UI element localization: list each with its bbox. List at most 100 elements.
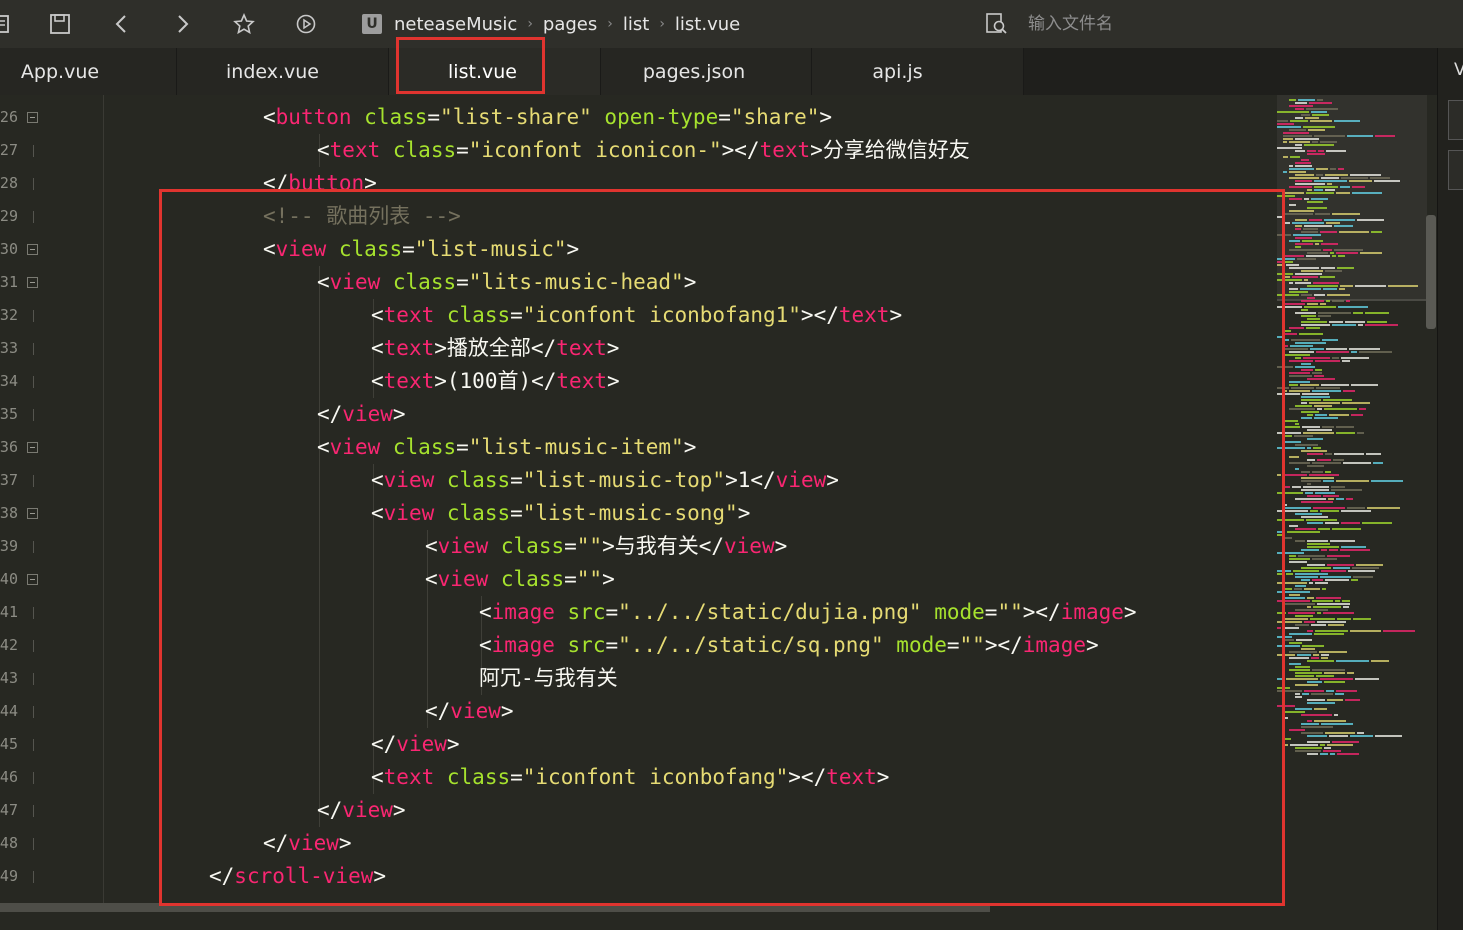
code-token: view — [775, 468, 827, 492]
minimap-line — [1320, 753, 1328, 755]
breadcrumb-item-pages[interactable]: pages — [543, 14, 597, 35]
minimap-line — [1289, 129, 1306, 131]
minimap-line — [1277, 690, 1302, 692]
save-icon[interactable] — [44, 8, 76, 40]
code-token: (100首) — [446, 369, 532, 393]
minimap-line — [1289, 384, 1298, 386]
minimap[interactable] — [1277, 95, 1427, 903]
minimap-line — [1307, 318, 1320, 320]
minimap-line — [1317, 99, 1323, 101]
code-line[interactable]: <view class="">与我有关</view> — [425, 530, 787, 563]
code-line[interactable]: <view class="lits-music-head"> — [317, 266, 696, 299]
sidebar-toggle-icon[interactable] — [0, 8, 18, 40]
indent-guide — [319, 365, 320, 398]
code-editor[interactable]: 1261271281291301311321331341351361371381… — [0, 95, 1437, 930]
tab-pages-json[interactable]: pages.json — [601, 48, 812, 95]
minimap-line — [1332, 300, 1344, 302]
favorite-icon[interactable] — [228, 8, 260, 40]
code-line[interactable]: <text class="iconfont iconbofang"></text… — [371, 761, 889, 794]
code-line[interactable]: </view> — [263, 827, 352, 860]
tab-api-js[interactable]: api.js — [812, 48, 1024, 95]
code-token: view — [396, 732, 447, 756]
breadcrumb-item-list[interactable]: list — [623, 14, 649, 35]
minimap-line — [1318, 315, 1331, 317]
code-line[interactable]: <text class="iconfont iconbofang1"></tex… — [371, 299, 902, 332]
minimap-line — [1317, 603, 1350, 605]
minimap-line — [1334, 249, 1363, 251]
minimap-line — [1388, 285, 1418, 287]
minimap-line — [1307, 735, 1327, 737]
code-line[interactable]: <view class="list-music-item"> — [317, 431, 696, 464]
code-line[interactable]: <view class="list-music-song"> — [371, 497, 750, 530]
code-line[interactable]: <view class="list-music"> — [263, 233, 579, 266]
code-line[interactable]: <view class=""> — [425, 563, 615, 596]
code-line[interactable]: </button> — [263, 167, 377, 200]
code-line[interactable]: <!-- 歌曲列表 --> — [263, 200, 461, 233]
minimap-line — [1357, 432, 1364, 434]
breadcrumb-item-project[interactable]: neteaseMusic — [394, 14, 517, 35]
file-search-input[interactable] — [1026, 13, 1360, 35]
code-line[interactable]: <button class="list-share" open-type="sh… — [263, 101, 832, 134]
minimap-line — [1342, 402, 1370, 404]
minimap-line — [1326, 222, 1340, 224]
back-icon[interactable] — [106, 8, 138, 40]
minimap-line — [1352, 186, 1365, 188]
code-line[interactable]: </view> — [317, 794, 406, 827]
minimap-line — [1321, 549, 1327, 551]
tab-app-vue[interactable]: App.vue — [0, 48, 177, 95]
horizontal-scrollbar[interactable] — [0, 903, 990, 912]
vertical-scrollbar[interactable] — [1426, 215, 1436, 329]
forward-icon[interactable] — [166, 8, 198, 40]
minimap-line — [1295, 468, 1299, 470]
minimap-line — [1345, 321, 1365, 323]
code-line[interactable]: <text>(100首)</text> — [371, 365, 620, 398]
minimap-line — [1303, 486, 1329, 488]
side-panel-button[interactable] — [1448, 100, 1463, 140]
code-token: = — [510, 468, 523, 492]
minimap-line — [1371, 660, 1389, 662]
minimap-line — [1306, 192, 1334, 194]
side-panel-button[interactable] — [1448, 150, 1463, 190]
minimap-line — [1353, 576, 1373, 578]
code-line[interactable]: </view> — [371, 728, 460, 761]
code-token: "list-music-top" — [522, 468, 726, 492]
code-line[interactable]: <image src="../../static/dujia.png" mode… — [479, 596, 1137, 629]
code-token: view — [383, 501, 435, 525]
run-icon[interactable] — [290, 8, 322, 40]
minimap-line — [1350, 174, 1381, 176]
minimap-line — [1299, 333, 1323, 335]
code-line[interactable]: <text class="iconfont iconicon-"></text>… — [317, 134, 970, 167]
minimap-line — [1323, 399, 1352, 401]
minimap-line — [1295, 144, 1302, 146]
minimap-line — [1301, 417, 1312, 419]
minimap-line — [1293, 234, 1321, 236]
minimap-line — [1289, 351, 1314, 353]
minimap-line — [1283, 339, 1289, 341]
tab-list-vue[interactable]: list.vue — [389, 48, 601, 95]
minimap-line — [1337, 618, 1351, 620]
minimap-line — [1301, 516, 1328, 518]
code-line[interactable]: <view class="list-music-top">1</view> — [371, 464, 839, 497]
code-token: image — [1060, 600, 1124, 624]
minimap-line — [1305, 117, 1319, 119]
minimap-line — [1370, 177, 1390, 179]
code-line[interactable]: </scroll-view> — [209, 860, 386, 893]
breadcrumb-item-file[interactable]: list.vue — [675, 14, 740, 35]
code-line[interactable]: <image src="../../static/sq.png" mode=""… — [479, 629, 1099, 662]
minimap-line — [1313, 447, 1321, 449]
tab-index-vue[interactable]: index.vue — [177, 48, 389, 95]
indent-guide — [373, 695, 374, 728]
chevron-right-icon: › — [527, 16, 533, 32]
code-line[interactable]: </view> — [425, 695, 514, 728]
minimap-line — [1320, 141, 1337, 143]
minimap-line — [1289, 642, 1302, 644]
code-line[interactable]: </view> — [317, 398, 406, 431]
code-line[interactable]: 阿冗-与我有关 — [479, 662, 618, 695]
code-area[interactable]: <button class="list-share" open-type="sh… — [0, 95, 1270, 903]
minimap-line — [1314, 633, 1344, 635]
minimap-line — [1303, 432, 1334, 434]
code-line[interactable]: <text>播放全部</text> — [371, 332, 619, 365]
minimap-line — [1306, 519, 1337, 521]
